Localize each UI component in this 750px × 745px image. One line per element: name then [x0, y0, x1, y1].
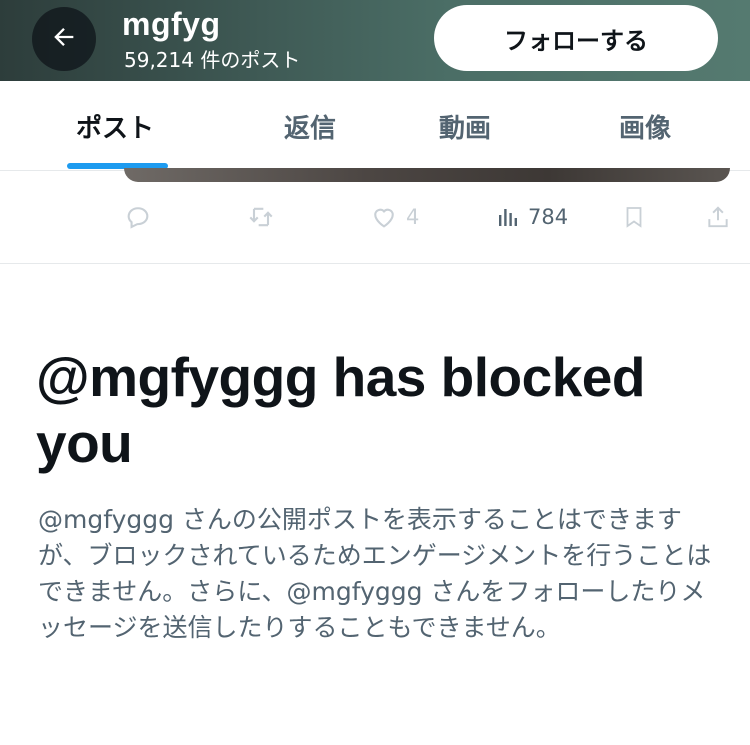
tab-replies[interactable]: 返信	[235, 81, 385, 171]
post-count: 59,214 件のポスト	[124, 48, 301, 72]
bookmark-button[interactable]	[622, 196, 646, 238]
share-icon	[705, 204, 731, 230]
bookmark-icon	[622, 204, 646, 230]
back-button[interactable]	[32, 7, 96, 71]
like-icon	[370, 203, 398, 231]
tab-posts[interactable]: ポスト	[40, 81, 190, 171]
blocked-title: @mgfyggg has blocked you	[36, 346, 646, 474]
share-button[interactable]	[705, 196, 731, 238]
follow-button[interactable]: フォローする	[434, 5, 718, 71]
repost-button[interactable]	[246, 196, 276, 238]
post-media[interactable]	[124, 168, 730, 182]
views-count: 784	[528, 205, 569, 229]
profile-tabs: ポスト 返信 動画 画像	[0, 81, 750, 171]
back-arrow-icon	[50, 23, 78, 55]
profile-header: mgfyg 59,214 件のポスト フォローする	[0, 0, 750, 81]
reply-icon	[124, 203, 152, 231]
like-count: 4	[406, 205, 420, 229]
divider	[0, 263, 750, 264]
views-icon	[496, 205, 520, 229]
blocked-description: @mgfyggg さんの公開ポストを表示することはできますが、ブロックされている…	[38, 505, 712, 642]
profile-name: mgfyg	[122, 6, 221, 42]
repost-icon	[246, 203, 276, 231]
profile-page: mgfyg 59,214 件のポスト フォローする ポスト 返信 動画 画像 4…	[0, 0, 750, 745]
tab-images[interactable]: 画像	[570, 81, 720, 171]
post-action-bar: 4 784	[0, 196, 750, 238]
tab-videos[interactable]: 動画	[390, 81, 540, 171]
like-button[interactable]: 4	[370, 196, 419, 238]
views-button[interactable]: 784	[496, 196, 568, 238]
reply-button[interactable]	[124, 196, 152, 238]
